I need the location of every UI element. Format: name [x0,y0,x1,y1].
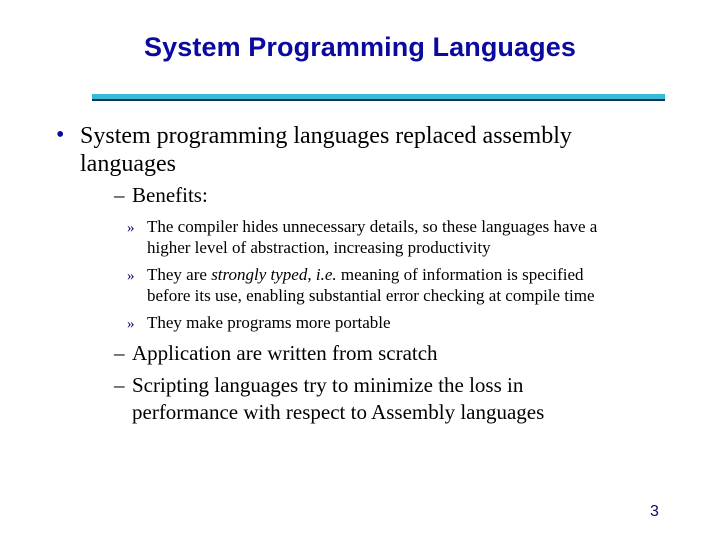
text-run-italic: strongly typed [211,265,308,284]
bullet-text-line: System programming languages replaced as… [80,123,572,149]
bullet-text-line: They make programs more portable [147,313,391,332]
title-divider [92,94,665,101]
bullet-text-line: The compiler hides unnecessary details, … [147,217,598,236]
bullet-text-line: performance with respect to Assembly lan… [132,400,545,424]
dash-icon: – [114,183,125,207]
double-chevron-icon: » [127,268,135,284]
bullet-text-line: They are strongly typed, i.e. meaning of… [147,265,584,286]
dash-icon: – [114,341,125,365]
double-chevron-icon: » [127,220,135,236]
bullet-text-line: higher level of abstraction, increasing … [147,238,491,257]
page-number: 3 [650,503,659,520]
bullet-text-line: Benefits: [132,183,208,207]
dash-icon: – [114,373,125,397]
text-run: meaning of information is specified [336,265,584,284]
bullet-text-line: Application are written from scratch [132,341,438,365]
bullet-dot-icon: • [56,122,65,148]
bullet-text-line: languages [80,151,176,177]
slide-title: System Programming Languages [144,32,576,62]
bullet-text-line: before its use, enabling substantial err… [147,286,595,305]
double-chevron-icon: » [127,316,135,332]
text-run: , [307,265,316,284]
bullet-text-line: Scripting languages try to minimize the … [132,373,524,397]
text-run: They are [147,265,212,284]
text-run-italic: i.e. [315,265,337,284]
